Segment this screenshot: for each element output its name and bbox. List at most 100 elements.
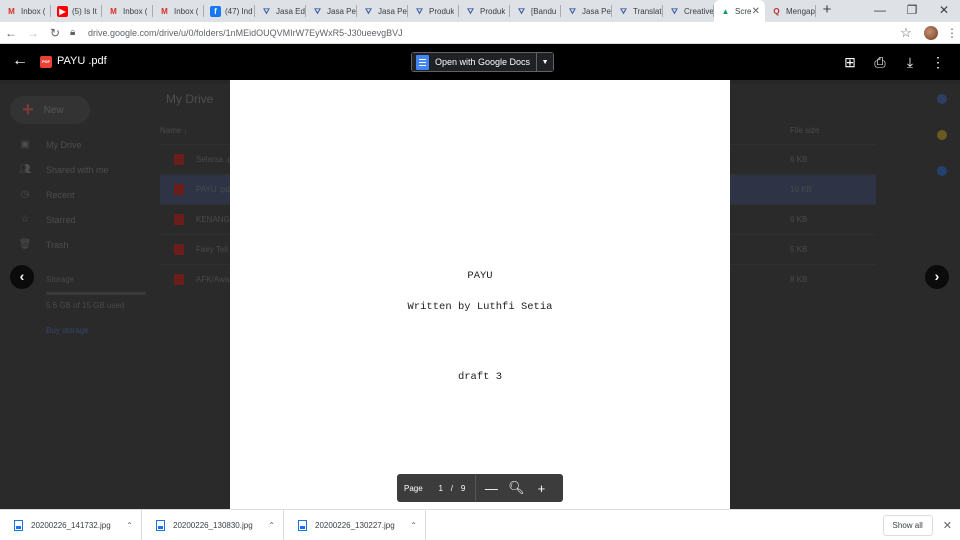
- image-file-icon: [14, 519, 23, 531]
- reload-icon[interactable]: ↻: [44, 26, 66, 40]
- sribulancer-icon: ⛛: [569, 6, 576, 16]
- close-shelf-icon[interactable]: ✕: [943, 519, 952, 532]
- script-author: Written by Luthfi Setia: [407, 301, 553, 313]
- buy-storage-link: Buy storage: [46, 326, 89, 335]
- chevron-up-icon[interactable]: ⌃: [126, 521, 133, 530]
- drive-sidebar: ▣ My Drive 👥︎ Shared with me ◷ Recent ☆ Star…: [0, 132, 150, 335]
- download-item[interactable]: 20200226_130830.jpg ⌃: [142, 509, 284, 540]
- browser-tab[interactable]: ⛛ Jasa Pe: [561, 0, 612, 22]
- browser-tab[interactable]: ⛛ Creative: [663, 0, 714, 22]
- browser-tab[interactable]: M Inbox (: [102, 0, 153, 22]
- page-controls: Page 1 / 9 — 🔍︎ +: [397, 474, 563, 502]
- pdf-file-icon: [174, 214, 184, 225]
- close-window-icon[interactable]: ✕: [928, 0, 960, 22]
- browser-tab-strip: M Inbox ( ▶ (5) Is It M Inbox ( M Inbox ( f(…: [0, 0, 960, 22]
- pdf-file-icon: [174, 184, 184, 195]
- browser-tab[interactable]: M Inbox (: [0, 0, 51, 22]
- tasks-icon: [937, 166, 947, 176]
- download-item[interactable]: 20200226_130227.jpg ⌃: [284, 509, 426, 540]
- browser-tab[interactable]: f (47) Ind: [204, 0, 255, 22]
- viewer-toolbar: ← PDF PAYU .pdf Open with Google Docs ▼ …: [0, 44, 960, 80]
- browser-tab[interactable]: ⛛ Produk: [408, 0, 459, 22]
- browser-tab[interactable]: Q Mengap: [765, 0, 816, 22]
- browser-tab[interactable]: ⛛ [Bandu: [510, 0, 561, 22]
- people-icon: 👥︎: [18, 163, 32, 175]
- page-number-input[interactable]: 1: [435, 484, 447, 493]
- print-icon[interactable]: ⎙: [870, 52, 890, 72]
- browser-tab[interactable]: ⛛ Jasa Pe: [306, 0, 357, 22]
- address-bar[interactable]: 🔒︎ drive.google.com/drive/u/0/folders/1n…: [70, 24, 894, 42]
- image-file-icon: [298, 519, 307, 531]
- drive-icon: ▣: [20, 138, 30, 150]
- youtube-icon: ▶: [57, 5, 68, 17]
- zoom-icon[interactable]: 🔍︎: [506, 480, 526, 496]
- browser-tab[interactable]: ⛛ Translat: [612, 0, 663, 22]
- browser-tab-active[interactable]: ▲ Scre ✕: [714, 0, 765, 22]
- zoom-out-icon[interactable]: —: [481, 481, 501, 496]
- sidebar-item-starred: ☆ Starred: [0, 207, 150, 232]
- previous-file-icon[interactable]: ‹: [10, 265, 34, 289]
- bookmark-star-icon[interactable]: ☆: [894, 25, 918, 41]
- plus-icon: +: [22, 98, 34, 121]
- back-icon[interactable]: ←: [0, 26, 22, 40]
- browser-tab[interactable]: M Inbox (: [153, 0, 204, 22]
- divider: [475, 474, 477, 502]
- browser-menu-icon[interactable]: ⋮: [944, 26, 960, 40]
- pdf-page: PAYU Written by Luthfi Setia draft 3: [230, 80, 730, 509]
- pdf-file-icon: [174, 154, 184, 165]
- script-title: PAYU: [467, 270, 493, 282]
- download-item[interactable]: 20200226_141732.jpg ⌃: [0, 509, 142, 540]
- storage-bar: [46, 292, 146, 295]
- close-tab-icon[interactable]: ✕: [752, 6, 760, 17]
- more-actions-icon[interactable]: ⋮: [928, 52, 948, 72]
- script-draft: draft 3: [457, 371, 503, 383]
- sribulancer-icon: ⛛: [671, 6, 678, 16]
- browser-tab[interactable]: ⛛ Produk: [459, 0, 510, 22]
- restore-icon[interactable]: ❐: [896, 0, 928, 22]
- add-comment-icon[interactable]: ⊞: [840, 52, 860, 72]
- zoom-in-icon[interactable]: +: [531, 481, 551, 496]
- download-icon[interactable]: ⤓: [900, 52, 920, 72]
- sribulancer-icon: ⛛: [365, 6, 372, 16]
- sidebar-item-shared: 👥︎ Shared with me: [18, 163, 109, 175]
- next-file-icon[interactable]: ›: [925, 265, 949, 289]
- keep-icon: [937, 130, 947, 140]
- gmail-icon: M: [110, 6, 117, 16]
- trash-icon: 🗑︎: [18, 238, 32, 250]
- clock-icon: ◷: [20, 188, 30, 200]
- google-docs-icon: [416, 54, 429, 70]
- pdf-icon: PDF: [40, 56, 52, 68]
- column-size-header: File size: [790, 126, 820, 135]
- browser-tab[interactable]: ▶ (5) Is It: [51, 0, 102, 22]
- browser-tab[interactable]: ⛛ Jasa Edi: [255, 0, 306, 22]
- star-icon: ☆: [20, 213, 30, 225]
- sidebar-item-recent: ◷ Recent: [0, 182, 150, 207]
- new-tab-button[interactable]: +: [816, 0, 838, 22]
- open-with-dropdown-icon[interactable]: ▼: [536, 52, 555, 72]
- chevron-up-icon[interactable]: ⌃: [410, 521, 417, 530]
- close-viewer-arrow-icon[interactable]: ←: [12, 52, 28, 70]
- url-text: drive.google.com/drive/u/0/folders/1nMEi…: [88, 27, 403, 38]
- open-with-docs: Open with Google Docs ▼: [411, 52, 555, 72]
- facebook-icon: f: [210, 5, 221, 17]
- sribulancer-icon: ⛛: [467, 6, 474, 16]
- minimize-icon[interactable]: —: [864, 0, 896, 22]
- viewer-file-name: PAYU .pdf: [57, 55, 107, 67]
- pdf-file-icon: [174, 244, 184, 255]
- profile-avatar[interactable]: [924, 25, 938, 40]
- show-all-button[interactable]: Show all: [882, 514, 933, 536]
- browser-tab[interactable]: ⛛ Jasa Pe: [357, 0, 408, 22]
- side-panel-rail: [930, 94, 954, 202]
- forward-icon[interactable]: →: [22, 26, 44, 40]
- lock-icon: 🔒︎: [70, 27, 76, 38]
- sidebar-item-my-drive: ▣ My Drive: [0, 132, 150, 157]
- chevron-up-icon[interactable]: ⌃: [268, 521, 275, 530]
- image-file-icon: [156, 519, 165, 531]
- open-with-docs-button[interactable]: Open with Google Docs: [411, 52, 537, 72]
- storage-used: 5.6 GB of 15 GB used: [46, 301, 125, 310]
- sribulancer-icon: ⛛: [518, 6, 525, 16]
- downloads-shelf: 20200226_141732.jpg ⌃ 20200226_130830.jpg…: [0, 509, 960, 540]
- sidebar-item-trash: 🗑︎ Trash: [18, 238, 69, 250]
- drive-title: My Drive: [166, 92, 214, 106]
- column-name-header: Name ↓: [160, 126, 188, 135]
